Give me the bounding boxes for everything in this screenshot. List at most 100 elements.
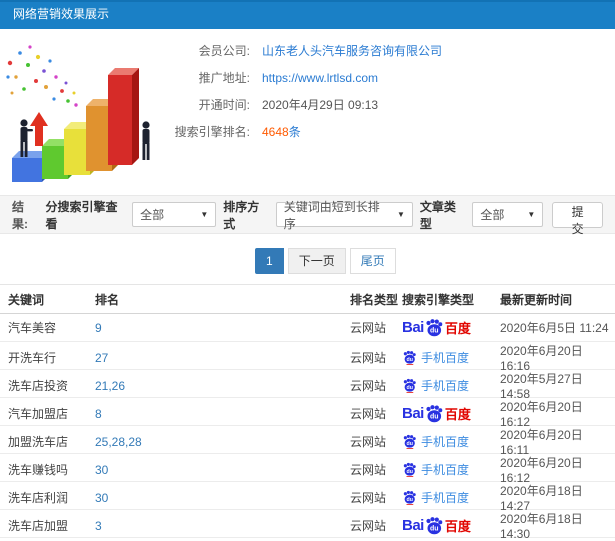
last-page-button[interactable]: 尾页: [349, 248, 396, 274]
baidu-paw-icon: du: [403, 434, 416, 449]
info-row-rank-count: 搜索引擎排名: 4648条: [168, 118, 442, 145]
baidu-paw-icon: du: [403, 462, 416, 477]
rank-type-cell: 云网站: [350, 407, 387, 421]
baidu-paw-icon: du: [426, 516, 443, 534]
table-row: 汽车加盟店 8 云网站 Bai du 百度 2020年6月20日 16:12: [0, 398, 615, 429]
account-info-list: 会员公司: 山东老人头汽车服务咨询有限公司 推广地址: https://www.…: [168, 37, 442, 145]
rank-cell[interactable]: 25,28,28: [95, 435, 350, 449]
rank-count-label: 搜索引擎排名:: [174, 125, 250, 139]
table-header-row: 关键词 排名 排名类型 搜索引擎类型 最新更新时间: [0, 284, 615, 314]
rank-cell[interactable]: 30: [95, 491, 350, 505]
mobile-baidu-label: 手机百度: [421, 463, 470, 477]
updated-cell: 2020年6月20日 16:11: [500, 428, 583, 457]
bar-red: [108, 68, 139, 165]
updated-cell: 2020年6月20日 16:16: [500, 344, 583, 373]
keyword-cell: 加盟洗车店: [8, 435, 69, 449]
svg-text:du: du: [407, 469, 413, 475]
open-time-value: 2020年4月29日 09:13: [262, 98, 379, 112]
company-label: 会员公司:: [198, 44, 250, 58]
up-arrow-icon: [30, 112, 48, 146]
svg-text:du: du: [407, 357, 413, 363]
table-row: 汽车美容 9 云网站 Bai du 百度 2020年6月5日 11:24: [0, 314, 615, 342]
baidu-logo-text: Bai: [402, 319, 424, 336]
mobile-baidu-logo: du 手机百度: [402, 377, 500, 394]
col-header-keyword: 关键词: [8, 292, 45, 307]
keyword-cell: 汽车加盟店: [8, 407, 69, 421]
baidu-logo-hanzi: 百度: [444, 321, 471, 336]
chevron-down-icon: ▼: [200, 210, 209, 219]
keyword-cell: 开洗车行: [8, 351, 57, 365]
svg-text:du: du: [430, 525, 439, 532]
baidu-paw-icon: du: [426, 404, 443, 422]
updated-cell: 2020年5月27日 14:58: [500, 372, 583, 401]
page-title: 网络营销效果展示: [13, 7, 110, 21]
baidu-logo: Bai du 百度: [402, 516, 500, 536]
rank-count-number: 4648: [262, 125, 289, 139]
baidu-paw-icon: du: [426, 318, 443, 336]
rank-cell[interactable]: 27: [95, 351, 350, 365]
mobile-baidu-label: 手机百度: [421, 379, 470, 393]
svg-text:du: du: [407, 385, 413, 391]
page-button-current[interactable]: 1: [255, 248, 284, 274]
updated-cell: 2020年6月18日 14:27: [500, 484, 583, 513]
baidu-logo-hanzi: 百度: [444, 519, 471, 534]
col-header-engine-type: 搜索引擎类型: [402, 292, 475, 307]
mobile-baidu-logo: du 手机百度: [402, 489, 500, 506]
rank-type-cell: 云网站: [350, 463, 387, 477]
rank-type-cell: 云网站: [350, 321, 387, 335]
sort-select[interactable]: 关键词由短到长排序 ▼: [275, 200, 413, 231]
rank-count-value: 4648条: [262, 123, 301, 140]
mobile-baidu-label: 手机百度: [421, 351, 470, 365]
mobile-baidu-logo: du 手机百度: [402, 433, 500, 450]
keyword-cell: 洗车店利润: [8, 491, 69, 505]
promo-url-label: 推广地址:: [198, 71, 250, 85]
article-type-select[interactable]: 全部 ▼: [472, 202, 544, 227]
rank-type-cell: 云网站: [350, 351, 387, 365]
article-type-select-value: 全部: [480, 208, 505, 222]
next-page-button[interactable]: 下一页: [287, 248, 346, 274]
svg-text:du: du: [430, 413, 439, 420]
result-label: 结果:: [12, 199, 28, 231]
sort-select-value: 关键词由短到长排序: [283, 199, 380, 231]
baidu-logo-text: Bai: [402, 405, 424, 422]
svg-text:du: du: [430, 327, 439, 334]
rank-type-cell: 云网站: [350, 379, 387, 393]
rank-type-cell: 云网站: [350, 491, 387, 505]
rank-cell[interactable]: 8: [95, 407, 350, 421]
pagination: 1 下一页 尾页: [255, 248, 615, 274]
rank-cell[interactable]: 3: [95, 519, 350, 533]
person-right: [142, 121, 150, 160]
svg-text:du: du: [407, 441, 413, 447]
open-time-label: 开通时间:: [198, 98, 250, 112]
article-type-label: 文章类型: [419, 199, 456, 231]
baidu-paw-icon: du: [403, 490, 416, 505]
engine-filter-label: 分搜索引擎查看: [45, 199, 118, 231]
promo-url-link[interactable]: https://www.lrtlsd.com: [262, 71, 378, 85]
chevron-down-icon: ▼: [396, 210, 405, 219]
mobile-baidu-logo: du 手机百度: [402, 349, 500, 366]
updated-cell: 2020年6月20日 16:12: [500, 456, 583, 485]
table-row: 加盟洗车店 25,28,28 云网站 du 手机百度 2020年6月20日 16:11: [0, 426, 615, 457]
rank-cell[interactable]: 30: [95, 463, 350, 477]
confetti-dots: [6, 45, 78, 107]
engine-select[interactable]: 全部 ▼: [132, 202, 217, 227]
rank-cell[interactable]: 9: [95, 321, 350, 335]
col-header-updated: 最新更新时间: [500, 292, 573, 307]
filter-bar: 结果: 分搜索引擎查看 全部 ▼ 排序方式 关键词由短到长排序 ▼ 文章类型 全…: [0, 195, 615, 236]
baidu-paw-icon: du: [403, 350, 416, 365]
table-row: 洗车赚钱吗 30 云网站 du 手机百度 2020年6月20日 16:12: [0, 454, 615, 485]
rank-type-cell: 云网站: [350, 435, 387, 449]
growth-chart-illustration: [6, 45, 150, 182]
info-row-company: 会员公司: 山东老人头汽车服务咨询有限公司: [168, 37, 442, 64]
submit-button[interactable]: 提交: [552, 201, 604, 236]
svg-text:du: du: [407, 497, 413, 503]
updated-cell: 2020年6月18日 14:30: [500, 512, 583, 541]
col-header-rank-type: 排名类型: [350, 292, 399, 307]
company-link[interactable]: 山东老人头汽车服务咨询有限公司: [262, 42, 442, 59]
mobile-baidu-logo: du 手机百度: [402, 461, 500, 478]
account-info-section: 会员公司: 山东老人头汽车服务咨询有限公司 推广地址: https://www.…: [0, 29, 615, 195]
table-row: 洗车店投资 21,26 云网站 du 手机百度 2020年5月27日 14:58: [0, 370, 615, 401]
app-header: 网络营销效果展示: [0, 0, 615, 29]
rank-cell[interactable]: 21,26: [95, 379, 350, 393]
mobile-baidu-label: 手机百度: [421, 435, 470, 449]
